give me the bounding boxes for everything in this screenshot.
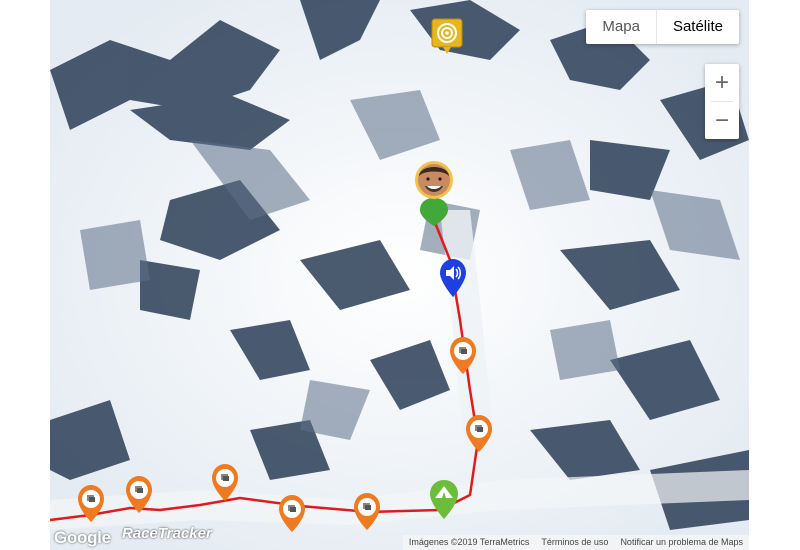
racetracker-logo[interactable]: RaceTracker	[122, 525, 212, 542]
checkpoint-marker[interactable]	[464, 413, 494, 453]
map-type-satellite-button[interactable]: Satélite	[655, 10, 739, 44]
checkpoint-marker[interactable]	[448, 335, 478, 375]
zoom-control: + −	[705, 64, 739, 139]
imagery-credit: Imágenes ©2019 TerraMetrics	[408, 537, 530, 547]
zoom-out-button[interactable]: −	[705, 102, 739, 139]
satellite-map[interactable]: Mapa Satélite + − Google RaceTracker Imá…	[50, 0, 749, 550]
checkpoint-marker[interactable]	[277, 493, 307, 533]
checkpoint-marker[interactable]	[124, 474, 154, 514]
checkpoint-marker[interactable]	[210, 462, 240, 502]
google-logo[interactable]: Google	[54, 528, 111, 548]
checkpoint-marker[interactable]	[76, 483, 106, 523]
zoom-in-button[interactable]: +	[705, 64, 739, 101]
report-problem-link[interactable]: Notificar un problema de Maps	[620, 536, 743, 549]
tent-icon[interactable]	[428, 478, 460, 520]
checkpoint-marker[interactable]	[352, 491, 382, 531]
map-type-control: Mapa Satélite	[586, 10, 739, 44]
map-attribution: Imágenes ©2019 TerraMetrics Términos de …	[402, 535, 749, 550]
terms-link[interactable]: Términos de uso	[541, 536, 608, 549]
target-icon[interactable]	[431, 18, 463, 56]
athlete-avatar-marker[interactable]	[414, 158, 454, 226]
satellite-terrain	[50, 0, 749, 550]
speaker-icon[interactable]	[438, 258, 468, 298]
map-type-map-button[interactable]: Mapa	[586, 10, 656, 44]
